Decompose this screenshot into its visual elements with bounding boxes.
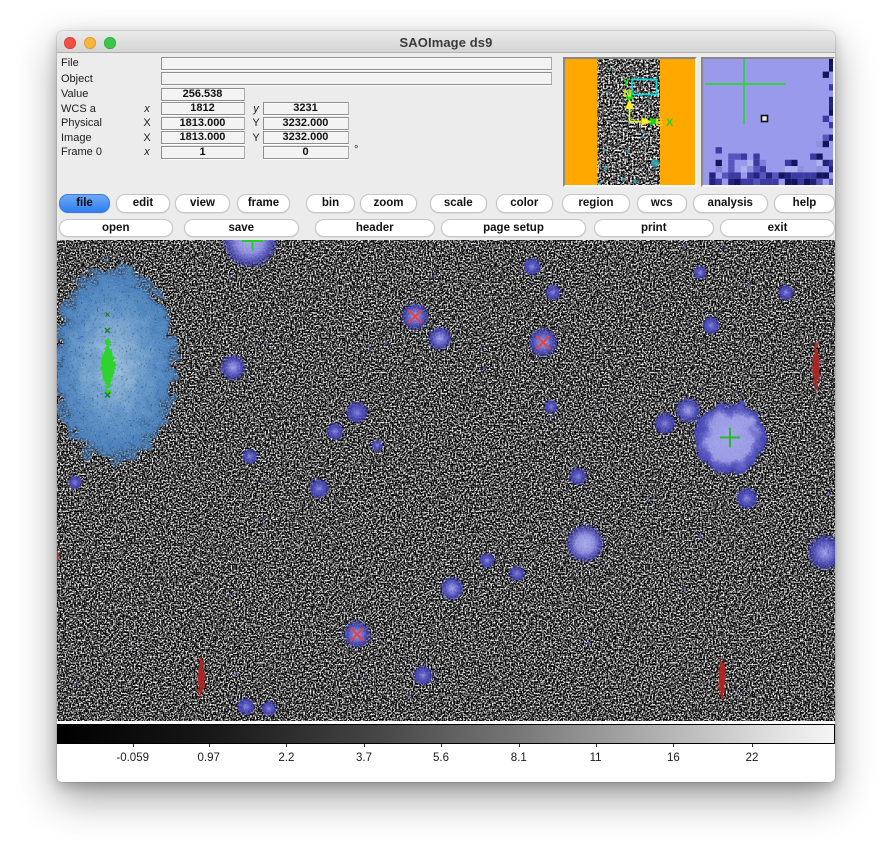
svg-text:N: N xyxy=(624,88,632,100)
svg-text:E: E xyxy=(656,117,663,129)
svg-text:Y: Y xyxy=(623,77,631,89)
svg-text:X: X xyxy=(666,117,674,129)
